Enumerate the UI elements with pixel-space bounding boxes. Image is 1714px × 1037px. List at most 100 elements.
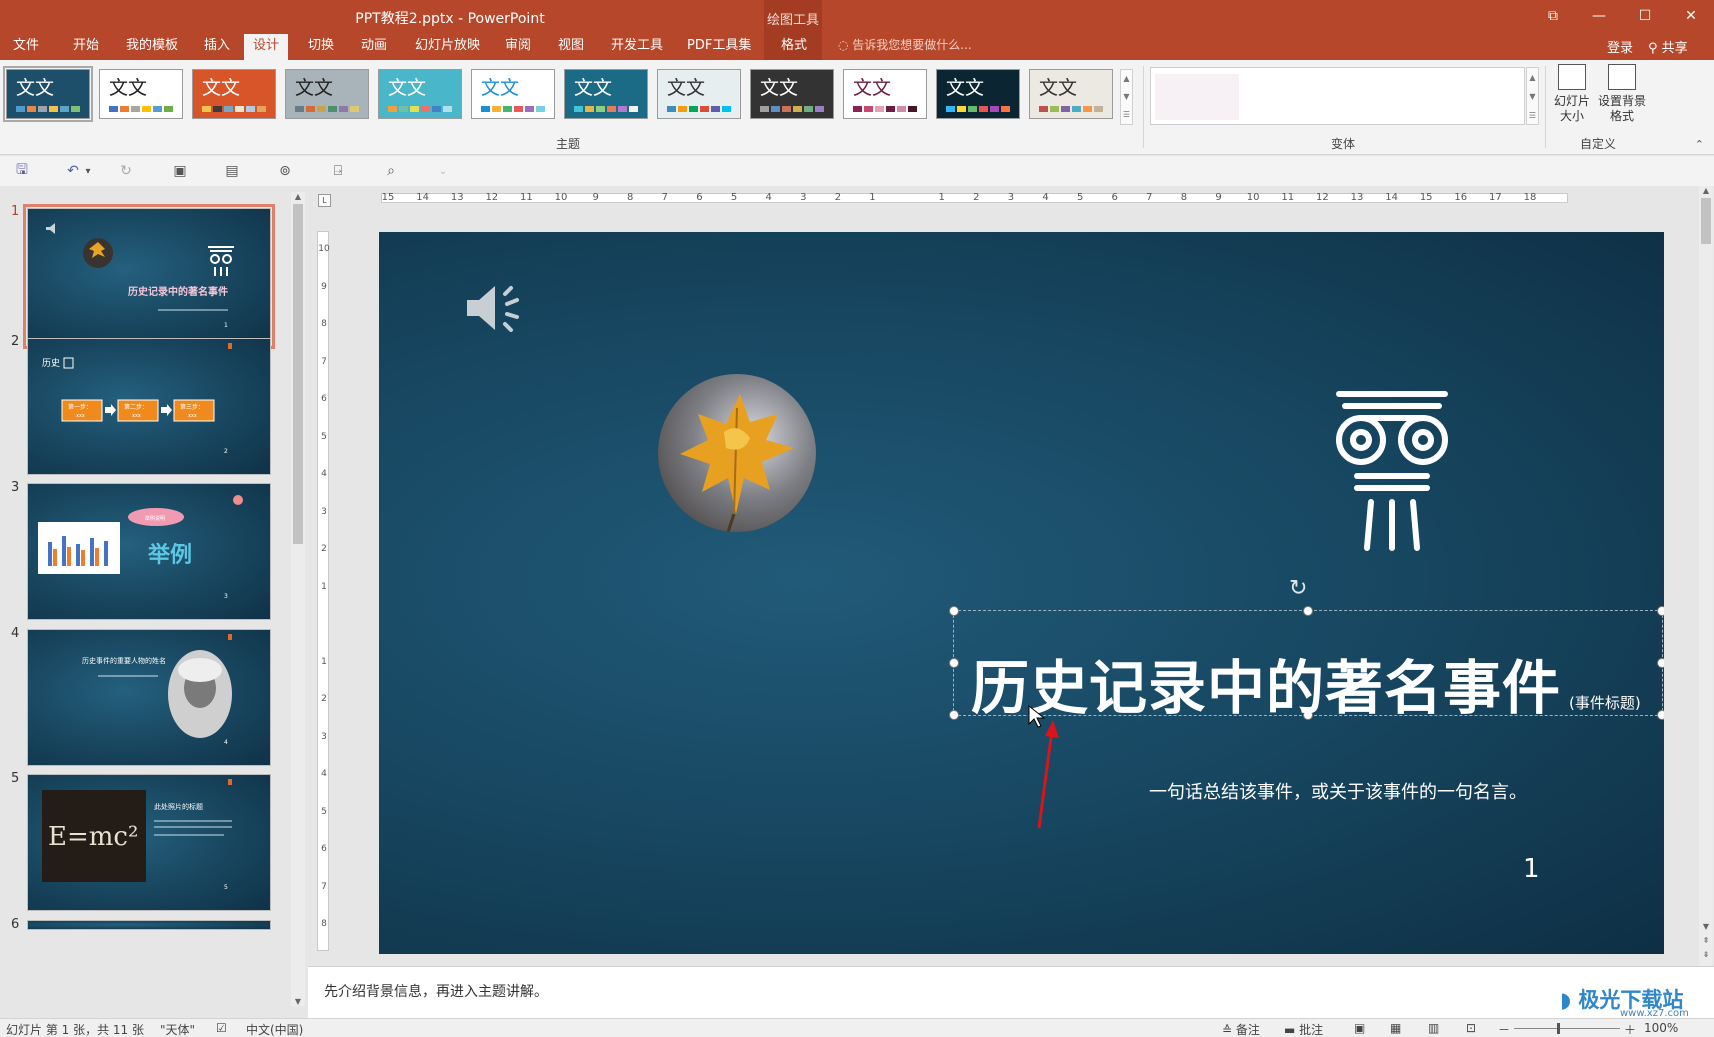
- theme-option-8[interactable]: 文文: [657, 69, 741, 119]
- theme-option-5[interactable]: 文文: [378, 69, 462, 119]
- current-slide[interactable]: ↻ 历史记录中的著名事件 (事件标题) 一句话总结该事件，或关于该事件的一句名言。…: [379, 232, 1664, 954]
- notes-text[interactable]: 先介绍背景信息，再进入主题讲解。: [324, 981, 548, 1001]
- comments-toggle[interactable]: ▬ 批注: [1284, 1021, 1323, 1037]
- login-button[interactable]: 登录: [1607, 37, 1633, 56]
- svg-text:xxx: xxx: [188, 413, 197, 419]
- tab-my-templates[interactable]: 我的模板: [117, 34, 187, 60]
- scroll-down-icon[interactable]: ▼: [1699, 922, 1713, 931]
- ribbon-display-options-icon[interactable]: ⧉: [1530, 0, 1576, 32]
- previous-slide-icon[interactable]: ⇞: [1699, 936, 1713, 945]
- slide-thumbnail-5[interactable]: E=mc² 此处照片的标题 5: [27, 774, 271, 911]
- zoom-level[interactable]: 100%: [1644, 1021, 1678, 1035]
- collapse-ribbon-icon[interactable]: ⌃: [1695, 138, 1704, 151]
- color-swatch: [317, 106, 326, 112]
- slide-thumbnail-1[interactable]: 历史记录中的著名事件 1: [23, 204, 275, 349]
- variant-thumbnail[interactable]: [1155, 74, 1239, 120]
- slides-panel-scrollbar[interactable]: ▲ ▼: [291, 192, 305, 1006]
- speaker-icon[interactable]: [465, 280, 527, 336]
- slide-subtitle[interactable]: 一句话总结该事件，或关于该事件的一句名言。: [1149, 778, 1527, 804]
- presenter-icon[interactable]: ⍈: [327, 161, 349, 181]
- theme-option-9[interactable]: 文文: [750, 69, 834, 119]
- minimize-icon[interactable]: —: [1576, 0, 1622, 32]
- tab-format[interactable]: 格式: [772, 34, 816, 60]
- theme-option-2[interactable]: 文文: [99, 69, 183, 119]
- slide-size-button[interactable]: 幻灯片大小: [1552, 64, 1592, 124]
- tab-insert[interactable]: 插入: [195, 34, 239, 60]
- normal-view-icon[interactable]: ▣: [1354, 1021, 1365, 1035]
- tab-selector[interactable]: L: [318, 194, 331, 207]
- spell-check-icon[interactable]: ☑: [216, 1021, 227, 1035]
- theme-option-4[interactable]: 文文: [285, 69, 369, 119]
- start-from-beginning-icon[interactable]: ⊚: [274, 161, 296, 181]
- tab-design[interactable]: 设计: [244, 34, 289, 61]
- slide-thumbnail-6[interactable]: [27, 920, 271, 930]
- redo-icon[interactable]: ↻: [115, 161, 137, 181]
- tab-developer[interactable]: 开发工具: [602, 34, 672, 60]
- share-button[interactable]: ⚲ 共享: [1648, 37, 1688, 56]
- tab-pdf-tools[interactable]: PDF工具集: [678, 34, 760, 60]
- slide-thumbnail-3[interactable]: 举例说明 举例 3: [27, 483, 271, 620]
- theme-option-6[interactable]: 文文: [471, 69, 555, 119]
- scroll-down-icon[interactable]: ▼: [291, 997, 305, 1006]
- tab-transitions[interactable]: 切换: [299, 34, 343, 60]
- theme-option-11[interactable]: 文文: [936, 69, 1020, 119]
- undo-icon[interactable]: ↶: [62, 161, 84, 181]
- quick-access-toolbar: 🖫 ↶ ▾ ↻ ▣ ▤ ⊚ ⍈ ⌕ ⌄: [0, 156, 1714, 186]
- new-slide-icon[interactable]: ▣: [169, 161, 191, 181]
- themes-gallery-scroll[interactable]: ▲ ▼ ☰: [1120, 69, 1133, 125]
- resize-handle[interactable]: [1657, 658, 1664, 668]
- theme-color-swatches: [946, 106, 1010, 112]
- theme-option-7[interactable]: 文文: [564, 69, 648, 119]
- resize-handle[interactable]: [949, 710, 959, 720]
- theme-option-1[interactable]: 文文: [3, 66, 93, 122]
- tab-slide-show[interactable]: 幻灯片放映: [406, 34, 489, 60]
- resize-handle[interactable]: [1657, 710, 1664, 720]
- tab-animations[interactable]: 动画: [352, 34, 396, 60]
- close-icon[interactable]: ✕: [1668, 0, 1714, 32]
- resize-handle[interactable]: [949, 658, 959, 668]
- theme-option-10[interactable]: 文文: [843, 69, 927, 119]
- slide-thumbnail-4[interactable]: 历史事件的重要人物的姓名 4: [27, 629, 271, 766]
- save-icon[interactable]: 🖫: [11, 161, 33, 181]
- notes-toggle[interactable]: ≙ 备注: [1222, 1021, 1260, 1037]
- zoom-slider-knob[interactable]: [1557, 1023, 1560, 1034]
- language-status[interactable]: 中文(中国): [246, 1021, 303, 1037]
- leaf-photo[interactable]: [658, 374, 816, 532]
- reading-view-icon[interactable]: ▥: [1428, 1021, 1439, 1035]
- tab-view[interactable]: 视图: [549, 34, 593, 60]
- theme-option-3[interactable]: 文文: [192, 69, 276, 119]
- layout-icon[interactable]: ▤: [221, 161, 243, 181]
- next-slide-icon[interactable]: ⇟: [1699, 950, 1713, 959]
- slides-panel-scroll-thumb[interactable]: [293, 204, 303, 544]
- editor-scroll-thumb[interactable]: [1701, 198, 1711, 244]
- format-background-button[interactable]: 设置背景格式: [1598, 64, 1646, 124]
- notes-pane[interactable]: 先介绍背景信息，再进入主题讲解。: [308, 966, 1714, 1018]
- color-swatch: [667, 106, 676, 112]
- tab-review[interactable]: 审阅: [496, 34, 540, 60]
- rotate-handle-icon[interactable]: ↻: [1289, 576, 1307, 601]
- print-preview-icon[interactable]: ⌕: [380, 161, 402, 181]
- theme-option-12[interactable]: 文文: [1029, 69, 1113, 119]
- tab-file[interactable]: 文件: [4, 34, 48, 60]
- maximize-icon[interactable]: ☐: [1622, 0, 1668, 32]
- undo-dropdown-icon[interactable]: ▾: [82, 161, 94, 181]
- variants-gallery-scroll[interactable]: ▲ ▼ ☰: [1526, 67, 1539, 125]
- slide-show-view-icon[interactable]: ⊡: [1466, 1021, 1476, 1035]
- editor-scrollbar[interactable]: ▲ ▼ ⇞ ⇟: [1699, 186, 1713, 966]
- tell-me-box[interactable]: ◌ 告诉我您想要做什么...: [838, 36, 972, 53]
- slide-number-placeholder[interactable]: 1: [1523, 854, 1540, 884]
- resize-handle[interactable]: [1657, 606, 1664, 616]
- zoom-slider[interactable]: [1514, 1028, 1620, 1029]
- customize-qat-icon[interactable]: ⌄: [432, 161, 454, 181]
- slide-thumbnail-2[interactable]: 历史 第一步： 第二步： 第三步： xxx xxx xxx 2: [27, 338, 271, 475]
- tell-me-text: 告诉我您想要做什么...: [852, 38, 972, 52]
- tab-home[interactable]: 开始: [64, 34, 108, 60]
- scroll-up-icon[interactable]: ▲: [291, 192, 305, 201]
- resize-handle[interactable]: [1303, 606, 1313, 616]
- zoom-in-button[interactable]: ＋: [1624, 1021, 1636, 1037]
- ruler-tick: 1: [938, 192, 945, 203]
- resize-handle[interactable]: [949, 606, 959, 616]
- slide-sorter-view-icon[interactable]: ▦: [1390, 1021, 1401, 1035]
- zoom-out-button[interactable]: －: [1498, 1021, 1510, 1037]
- scroll-up-icon[interactable]: ▲: [1699, 186, 1713, 195]
